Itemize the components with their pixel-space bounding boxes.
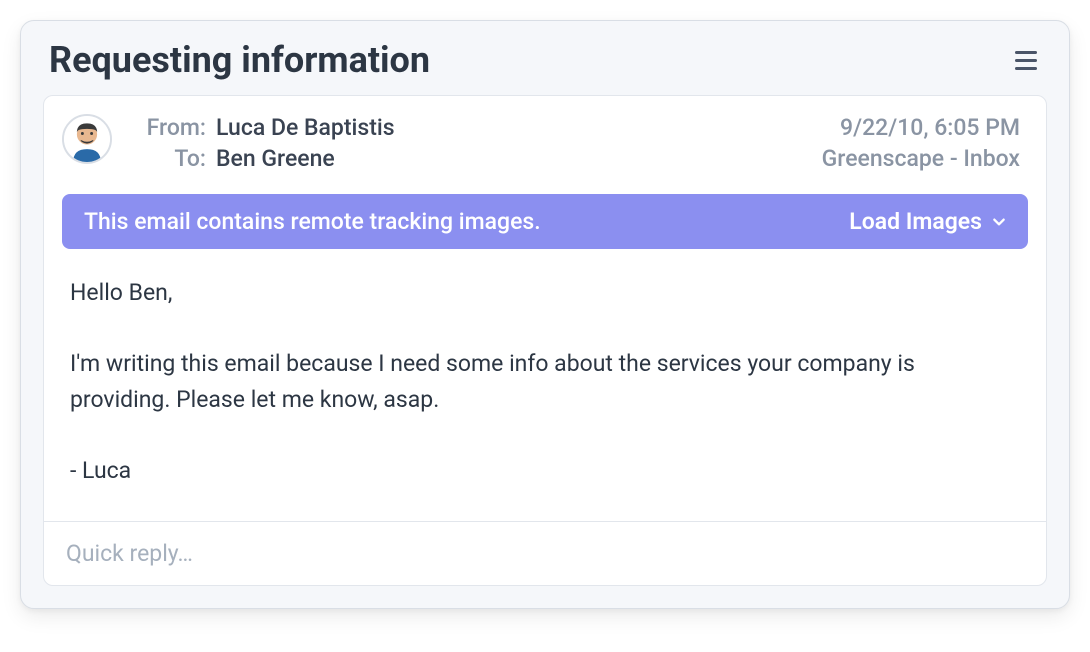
tracking-banner: This email contains remote tracking imag… [62, 194, 1028, 249]
person-icon [64, 114, 110, 164]
load-images-button[interactable]: Load Images [849, 208, 1006, 235]
email-subject: Requesting information [49, 39, 430, 81]
hamburger-icon [1015, 51, 1037, 54]
from-label: From: [126, 114, 206, 141]
folder-label: Greenscape - Inbox [822, 145, 1020, 172]
from-value: Luca De Baptistis [216, 114, 812, 141]
quick-reply-input[interactable] [44, 522, 1046, 585]
email-panel: From: Luca De Baptistis 9/22/10, 6:05 PM… [43, 95, 1047, 586]
email-card: Requesting information From: [20, 20, 1070, 609]
timestamp: 9/22/10, 6:05 PM [822, 114, 1020, 141]
card-header: Requesting information [21, 21, 1069, 95]
to-value: Ben Greene [216, 145, 812, 172]
banner-text: This email contains remote tracking imag… [84, 208, 541, 235]
reply-row [44, 521, 1046, 585]
to-label: To: [126, 145, 206, 172]
email-body: Hello Ben, I'm writing this email becaus… [44, 249, 1046, 521]
meta-grid: From: Luca De Baptistis 9/22/10, 6:05 PM… [126, 114, 1020, 172]
email-meta: From: Luca De Baptistis 9/22/10, 6:05 PM… [44, 96, 1046, 182]
avatar [62, 114, 112, 164]
chevron-down-icon [992, 215, 1006, 229]
load-images-label: Load Images [849, 208, 982, 235]
menu-button[interactable] [1013, 46, 1041, 74]
